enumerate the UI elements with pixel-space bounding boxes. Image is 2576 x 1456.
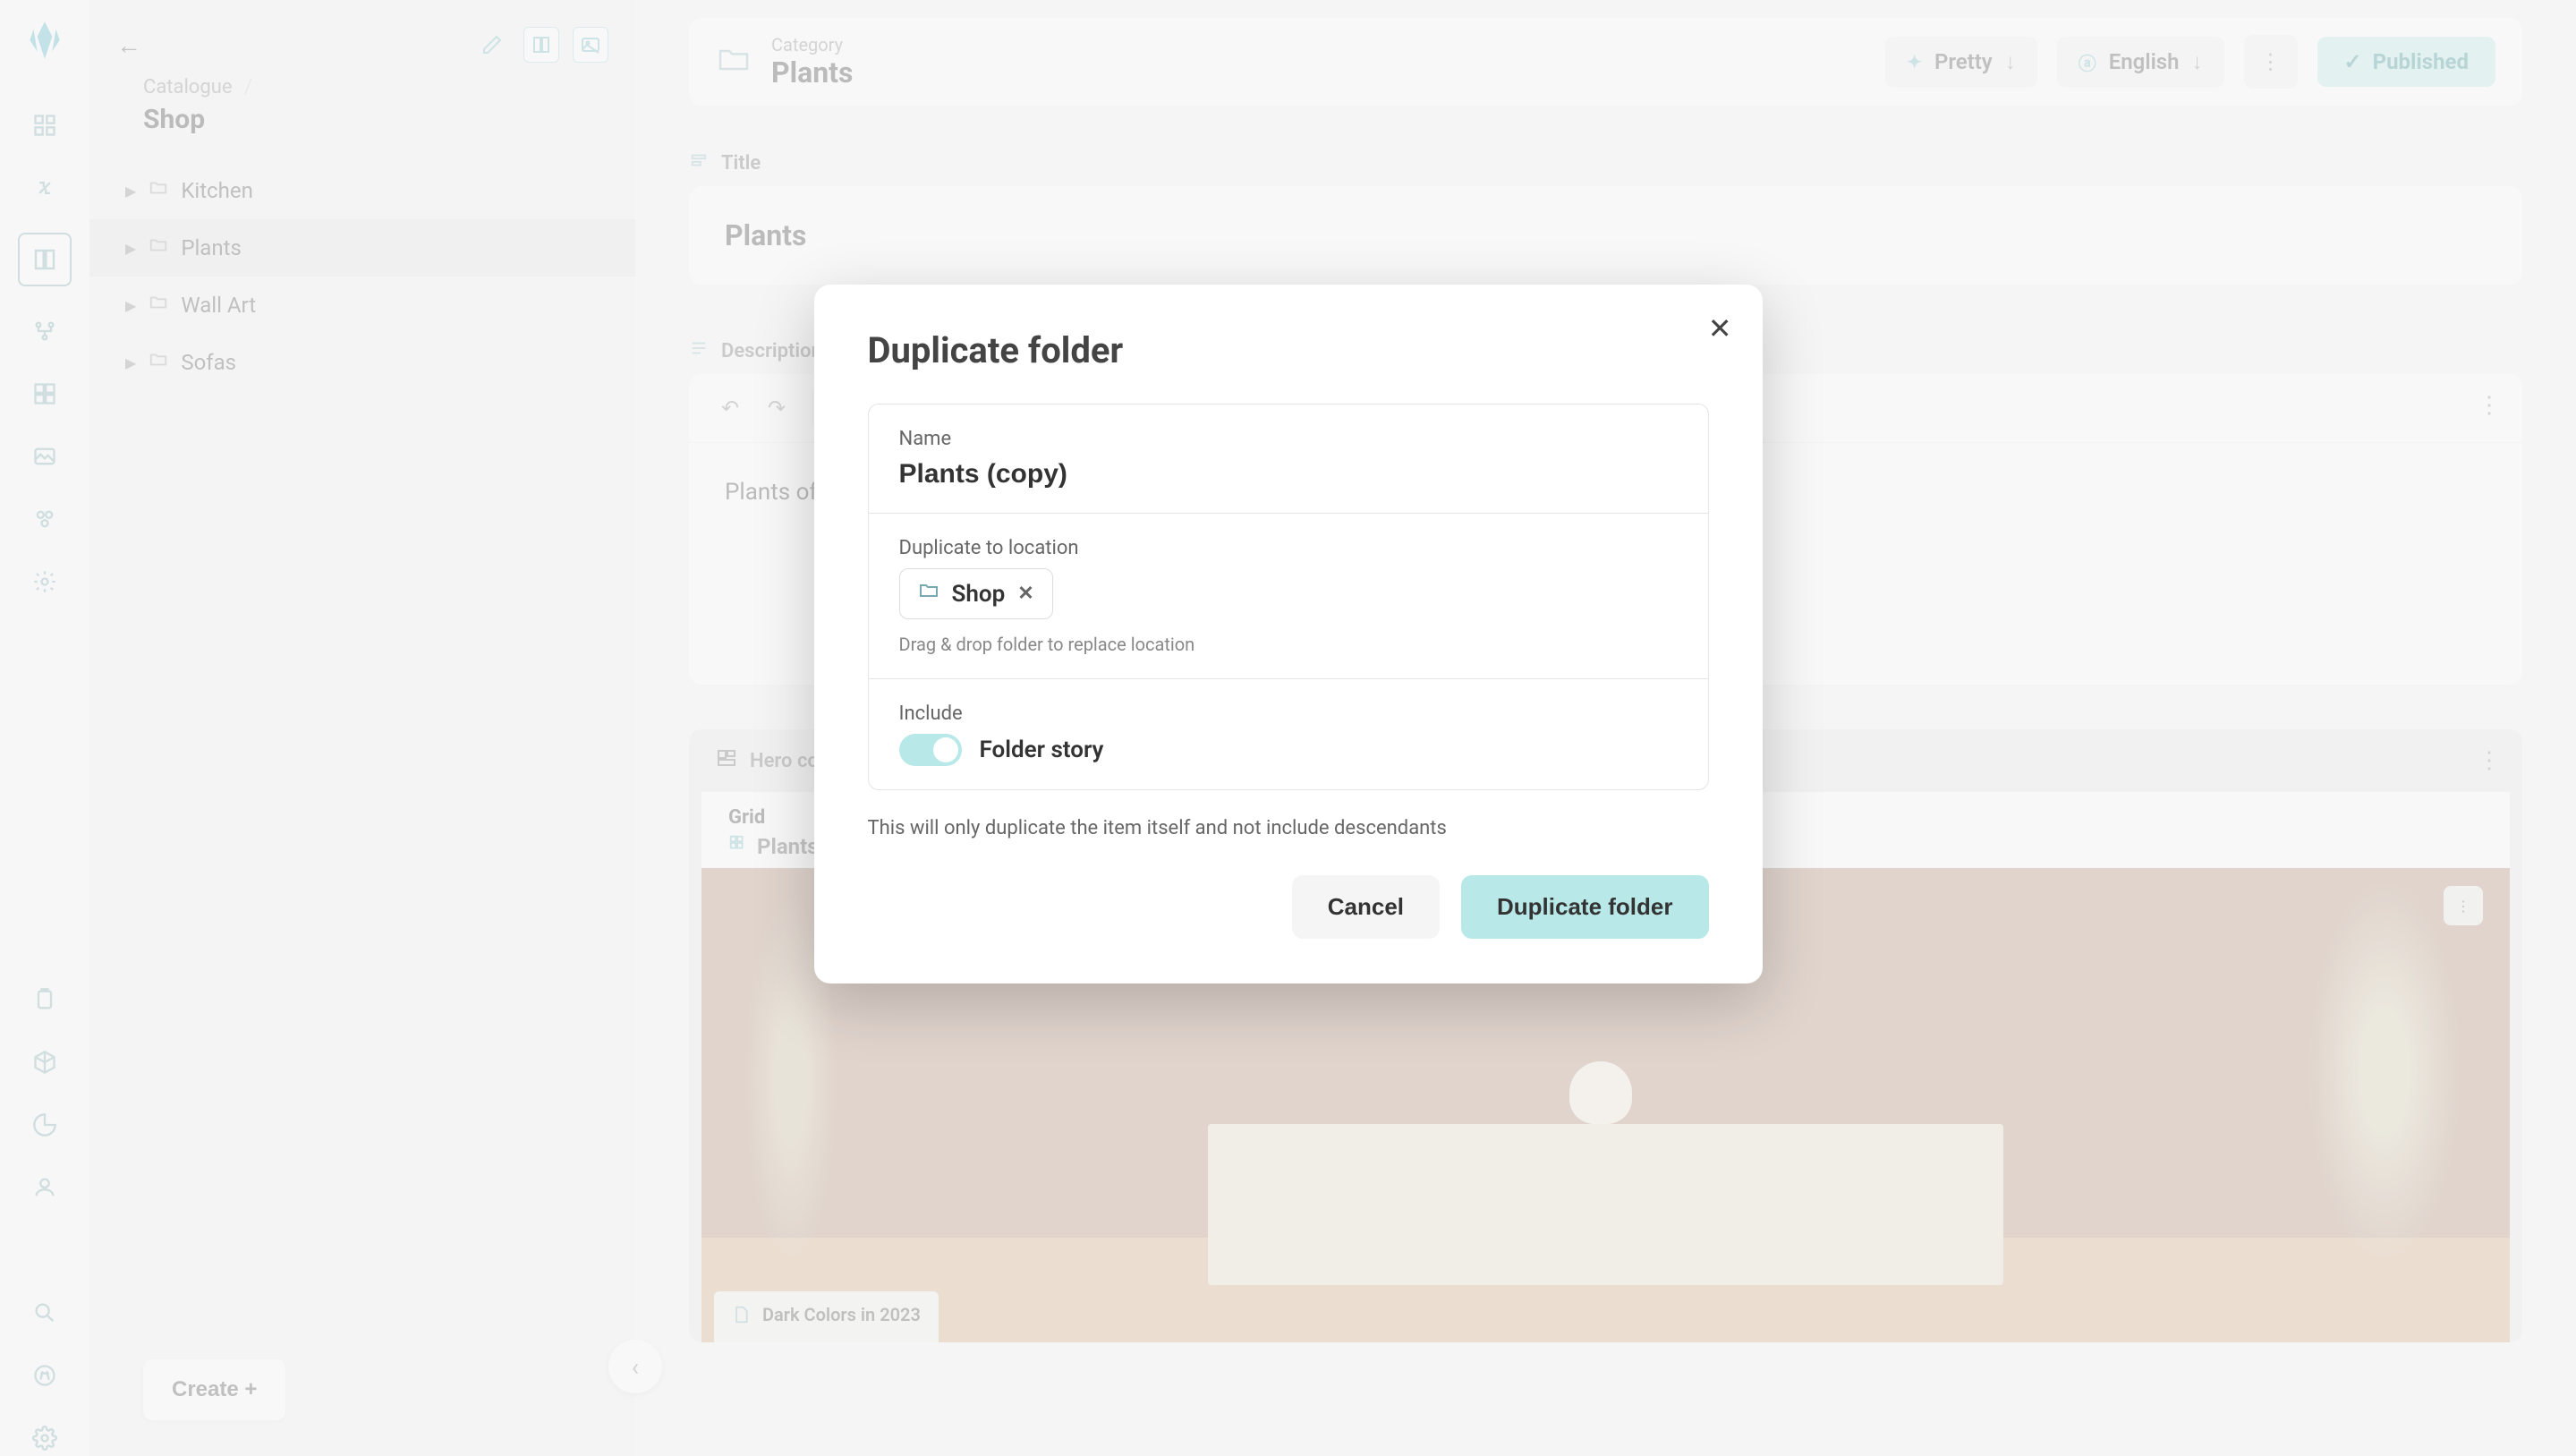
duplicate-folder-button[interactable]: Duplicate folder [1461, 875, 1708, 939]
cancel-button[interactable]: Cancel [1292, 875, 1440, 939]
toggle-label: Folder story [980, 737, 1104, 763]
location-chip[interactable]: Shop ✕ [899, 568, 1053, 619]
name-input[interactable] [899, 459, 1678, 490]
close-icon[interactable]: ✕ [1708, 311, 1732, 345]
location-hint: Drag & drop folder to replace location [899, 634, 1678, 655]
location-label: Duplicate to location [899, 537, 1678, 559]
folder-story-toggle[interactable] [899, 734, 962, 766]
include-label: Include [899, 702, 1678, 725]
remove-chip-icon[interactable]: ✕ [1017, 583, 1033, 605]
name-label: Name [899, 428, 1678, 450]
location-chip-label: Shop [952, 581, 1006, 608]
duplicate-folder-modal: ✕ Duplicate folder Name Duplicate to loc… [814, 285, 1763, 983]
folder-icon [918, 580, 939, 608]
modal-note: This will only duplicate the item itself… [868, 817, 1709, 839]
modal-title: Duplicate folder [868, 329, 1709, 371]
